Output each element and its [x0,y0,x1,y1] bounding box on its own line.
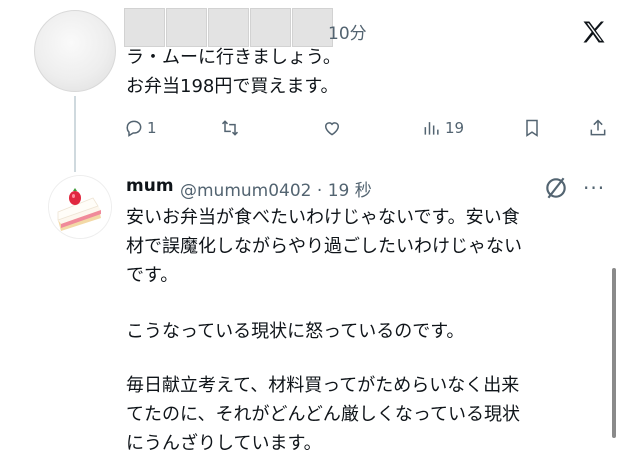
reply-count: 1 [147,119,157,137]
x-logo-icon[interactable] [580,18,608,46]
like-button[interactable] [322,118,342,138]
views-icon [424,122,439,135]
bookmark-button[interactable] [522,118,542,138]
reply-handle-and-time[interactable]: @mumum0402 · 19 秒 [180,176,372,201]
scrollbar-thumb[interactable] [612,268,616,438]
retweet-icon [221,120,239,136]
reply-icon [126,120,142,137]
redaction-block [166,8,207,47]
redaction-block [292,8,333,47]
thread-connector-line [74,96,76,172]
reply-text-line: 安いお弁当が食べたいわけじゃないです。安い食 [126,207,520,228]
grok-icon[interactable] [543,175,569,201]
bookmark-icon [526,119,538,137]
redacted-author-name [124,8,333,47]
tweet-actions-bar: 1 19 [124,118,614,142]
more-icon[interactable]: ··· [583,176,605,200]
views-count: 19 [445,119,465,137]
redaction-block [124,8,165,47]
share-icon [590,119,606,136]
reply-button[interactable]: 1 [124,118,157,138]
retweet-button[interactable] [220,118,240,138]
author-avatar[interactable] [34,10,116,92]
reply-text-line: にうんざりしています。 [126,433,322,454]
share-button[interactable] [588,118,608,138]
redaction-block [250,8,291,47]
redaction-block [208,8,249,47]
reply-text-line: 毎日献立考えて、材料買ってがためらいなく出来 [126,375,520,396]
reply-author-avatar[interactable] [49,176,111,238]
tweet-text-line: ラ・ムーに行きましょう。 [126,47,341,68]
reply-text-line: 材で誤魔化しながらやり過ごしたいわけじゃない [126,236,522,257]
reply-text-line: てたのに、それがどんどん厳しくなっている現状 [126,404,521,425]
tweet-text-line: お弁当198円で買えます。 [126,76,339,97]
tweet-timestamp[interactable]: 10分 [328,19,367,44]
views-button[interactable]: 19 [422,118,464,138]
like-icon [324,122,340,136]
reply-text-line: こうなっている現状に怒っているのです。 [126,321,465,342]
reply-text-line: です。 [126,265,179,286]
cake-avatar-icon [49,176,111,238]
reply-display-name[interactable]: mum [126,176,174,196]
